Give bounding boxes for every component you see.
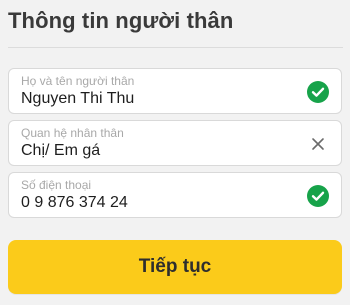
check-circle-icon (307, 185, 329, 207)
continue-button[interactable]: Tiếp tục (8, 240, 342, 294)
relative-info-form-page: Thông tin người thân Họ và tên người thâ… (0, 0, 350, 305)
phone-input[interactable]: 0 9 876 374 24 (21, 194, 301, 212)
relative-name-label: Họ và tên người thân (21, 74, 135, 88)
relationship-input[interactable]: Chị/ Em gá (21, 142, 301, 160)
phone-label: Số điện thoại (21, 178, 92, 192)
relative-name-field[interactable]: Họ và tên người thân Nguyen Thi Thu (8, 68, 342, 114)
phone-field[interactable]: Số điện thoại 0 9 876 374 24 (8, 172, 342, 218)
title-divider (8, 47, 343, 48)
relative-name-input[interactable]: Nguyen Thi Thu (21, 90, 301, 108)
page-title: Thông tin người thân (8, 8, 234, 33)
relationship-field[interactable]: Quan hệ nhân thân Chị/ Em gá (8, 120, 342, 166)
check-circle-icon (307, 81, 329, 103)
close-icon[interactable] (307, 133, 329, 155)
relationship-label: Quan hệ nhân thân (21, 126, 124, 140)
